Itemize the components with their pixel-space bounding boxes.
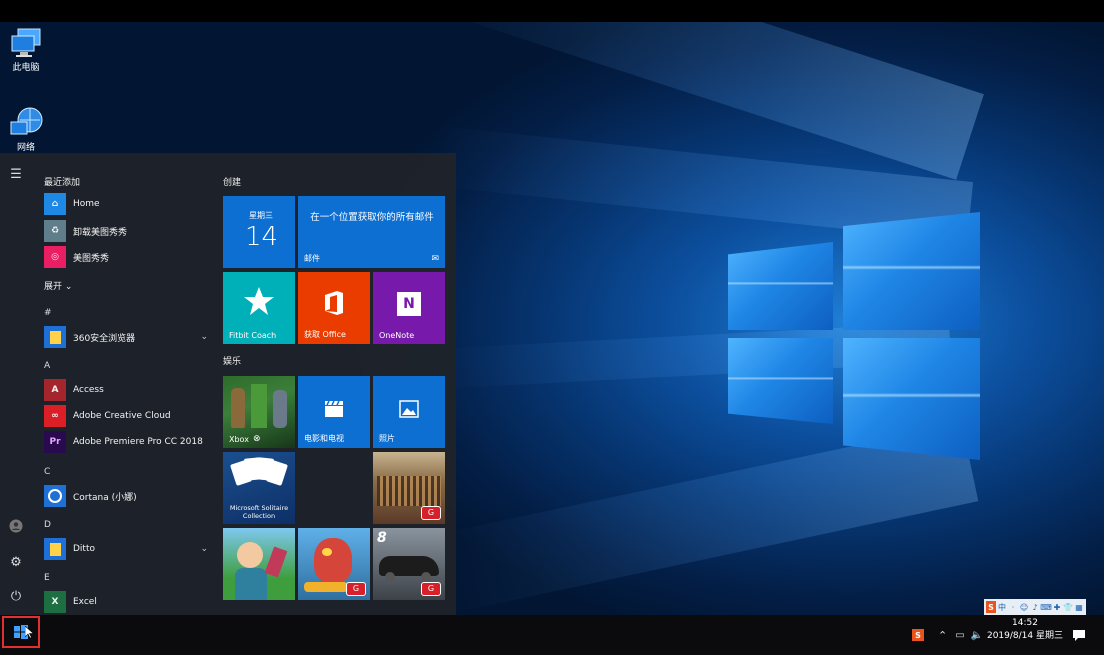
folder-icon (44, 538, 66, 560)
voice-icon[interactable]: ♪ (1030, 601, 1040, 613)
section-letter[interactable]: A (44, 361, 50, 371)
uninstall-icon: ♻ (44, 220, 66, 242)
start-menu: ☰ ⚙ ⏻ 最近添加 ⌂ Home ♻ 卸载美图秀秀 ◎ 美图秀秀 展开 ⌄ #… (0, 153, 456, 615)
network-icon (8, 106, 44, 140)
start-rail: ☰ ⚙ ⏻ (0, 153, 32, 615)
network-icon[interactable]: ▭ (955, 630, 964, 641)
folder-icon (44, 326, 66, 348)
list-item[interactable]: ♻ 卸载美图秀秀 (44, 219, 216, 243)
solitaire-tile[interactable]: Microsoft Solitaire Collection (223, 452, 295, 524)
chevron-down-icon: ⌄ (200, 332, 208, 342)
mail-tile[interactable]: 在一个位置获取你的所有邮件 邮件 ✉ (298, 196, 445, 268)
section-letter[interactable]: # (44, 308, 52, 318)
recent-header: 最近添加 (44, 178, 81, 188)
taskbar: S ⌃ ▭ 🔈 14:52 2019/8/14 星期三 (0, 615, 1104, 655)
age-of-empires-tile[interactable]: G (373, 452, 445, 524)
volume-icon[interactable]: 🔈 (971, 630, 983, 641)
section-letter[interactable]: E (44, 573, 50, 583)
start-button[interactable] (2, 616, 40, 648)
office-icon (325, 291, 343, 315)
photos-tile[interactable]: 照片 (373, 376, 445, 448)
access-icon: A (44, 379, 66, 401)
ime-toolbar[interactable]: S 中 · ☺ ♪ ⌨ ✚ 👕 ▦ (984, 599, 1086, 615)
austin-character-image (237, 542, 263, 568)
user-icon[interactable] (8, 519, 24, 535)
list-item[interactable]: ⌂ Home (44, 192, 216, 216)
clapper-icon (325, 400, 343, 417)
home-icon: ⌂ (44, 193, 66, 215)
gameloft-badge: G (421, 582, 441, 596)
asphalt-tile[interactable]: 8 G (373, 528, 445, 600)
list-item[interactable]: 360安全浏览器 ⌄ (44, 325, 216, 349)
mail-icon: ✉ (431, 254, 439, 264)
onenote-icon: N (397, 292, 421, 316)
sogou-icon[interactable]: S (912, 629, 924, 641)
power-icon[interactable]: ⏻ (8, 589, 24, 605)
windows-logo-pane (728, 242, 833, 330)
dragon-mania-tile[interactable]: G (298, 528, 370, 600)
punctuation-icon[interactable]: · (1008, 601, 1018, 613)
windows-logo-pane (843, 338, 980, 460)
meitu-icon: ◎ (44, 246, 66, 268)
list-item[interactable]: X Excel (44, 590, 216, 614)
gameloft-badge: G (421, 506, 441, 520)
calendar-tile[interactable]: 星期三 14 (223, 196, 295, 268)
tile-group-header[interactable]: 娱乐 (223, 354, 241, 367)
cortana-icon (44, 485, 66, 507)
fitbit-tile[interactable]: Fitbit Coach (223, 272, 295, 344)
gardenscapes-tile[interactable] (223, 528, 295, 600)
desktop-icon-computer[interactable]: 此电脑 (0, 26, 56, 73)
top-black-bar (0, 0, 1104, 22)
list-item[interactable]: A Access (44, 378, 216, 402)
chevron-down-icon: ⌄ (200, 544, 208, 554)
desktop-icon-label: 网络 (16, 143, 35, 153)
expand-button[interactable]: 展开 ⌄ (44, 279, 72, 292)
list-item[interactable]: ◎ 美图秀秀 (44, 245, 216, 269)
computer-icon (8, 26, 44, 60)
list-item[interactable]: Pr Adobe Premiere Pro CC 2018 (44, 430, 216, 454)
premiere-icon: Pr (44, 431, 66, 453)
windows-logo-pane (728, 338, 833, 424)
system-tray: S ⌃ ▭ 🔈 (912, 615, 983, 655)
menu-icon[interactable]: ☰ (8, 167, 24, 183)
office-tile[interactable]: 获取 Office (298, 272, 370, 344)
mouse-cursor-icon (25, 626, 34, 639)
star-icon (244, 287, 274, 315)
settings-icon[interactable]: ⚙ (8, 555, 24, 571)
xbox-tile[interactable]: Xbox ⊗ (223, 376, 295, 448)
xbox-icon: ⊗ (253, 434, 261, 444)
notification-button[interactable] (1072, 615, 1086, 655)
creative-cloud-icon: ∞ (44, 405, 66, 427)
list-item[interactable]: ∞ Adobe Creative Cloud (44, 404, 216, 428)
desktop-icon-label: 此电脑 (12, 63, 40, 73)
list-item[interactable]: Ditto ⌄ (44, 537, 216, 561)
tile-area: 创建 星期三 14 在一个位置获取你的所有邮件 邮件 ✉ Fitbit Coac… (222, 153, 456, 615)
grid-icon[interactable]: ▦ (1074, 601, 1084, 613)
photo-icon (399, 400, 419, 418)
sogou-logo-icon[interactable]: S (986, 601, 996, 613)
list-item[interactable]: Cortana (小娜) (44, 484, 216, 508)
gameloft-badge: G (346, 582, 366, 596)
skin-icon[interactable]: 👕 (1063, 601, 1073, 613)
notification-icon (1073, 630, 1085, 641)
onenote-tile[interactable]: N OneNote (373, 272, 445, 344)
xbox-characters-image (231, 388, 245, 428)
app-list: 最近添加 ⌂ Home ♻ 卸载美图秀秀 ◎ 美图秀秀 展开 ⌄ # 360安全… (36, 153, 216, 615)
movies-tile[interactable]: 电影和电视 (298, 376, 370, 448)
keyboard-icon[interactable]: ⌨ (1040, 601, 1052, 613)
desktop-icon-network[interactable]: 网络 (0, 106, 56, 153)
chevron-up-icon[interactable]: ⌃ (938, 629, 947, 642)
tile-group-header[interactable]: 创建 (223, 175, 241, 188)
excel-icon: X (44, 591, 66, 613)
section-letter[interactable]: C (44, 467, 50, 477)
emoji-icon[interactable]: ☺ (1019, 601, 1029, 613)
light-beam (433, 422, 979, 614)
toolbox-icon[interactable]: ✚ (1052, 601, 1062, 613)
windows-logo-pane (843, 212, 980, 330)
section-letter[interactable]: D (44, 520, 51, 530)
clock[interactable]: 14:52 2019/8/14 星期三 (984, 617, 1066, 643)
chinese-mode-icon[interactable]: 中 (997, 601, 1007, 613)
dragon-image (314, 538, 352, 582)
